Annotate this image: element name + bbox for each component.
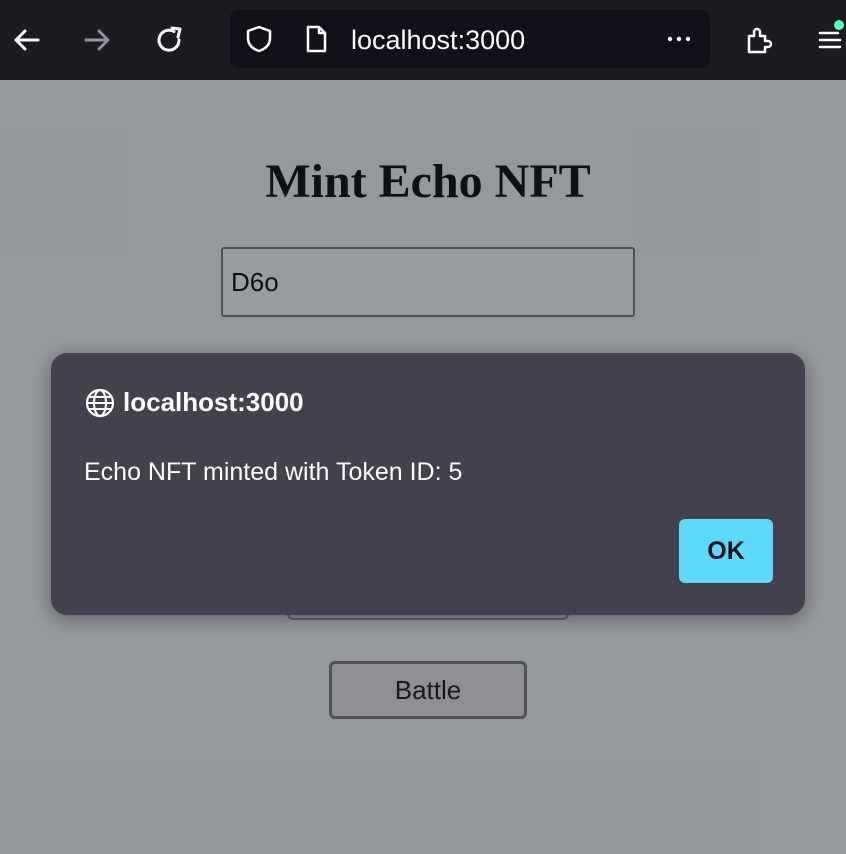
puzzle-icon [747, 27, 773, 54]
extensions-button[interactable] [739, 20, 779, 60]
arrow-left-icon [14, 29, 40, 51]
page-icon[interactable] [301, 24, 331, 54]
arrow-right-icon [84, 29, 110, 51]
browser-toolbar: localhost:3000 [0, 0, 846, 80]
reload-button[interactable] [150, 20, 190, 60]
notification-dot [834, 20, 844, 30]
url-bar[interactable]: localhost:3000 [230, 10, 710, 68]
dialog-origin: localhost:3000 [123, 387, 304, 417]
globe-icon [85, 388, 115, 418]
ok-button[interactable]: OK [679, 519, 773, 583]
shield-icon[interactable] [244, 24, 274, 54]
back-button[interactable] [6, 20, 46, 60]
alert-dialog: localhost:3000 Echo NFT minted with Toke… [51, 353, 805, 615]
more-dots-icon[interactable] [664, 24, 694, 54]
url-text[interactable]: localhost:3000 [351, 25, 525, 55]
reload-icon [157, 26, 182, 52]
forward-button[interactable] [78, 20, 118, 60]
dialog-message: Echo NFT minted with Token ID: 5 [84, 458, 463, 486]
